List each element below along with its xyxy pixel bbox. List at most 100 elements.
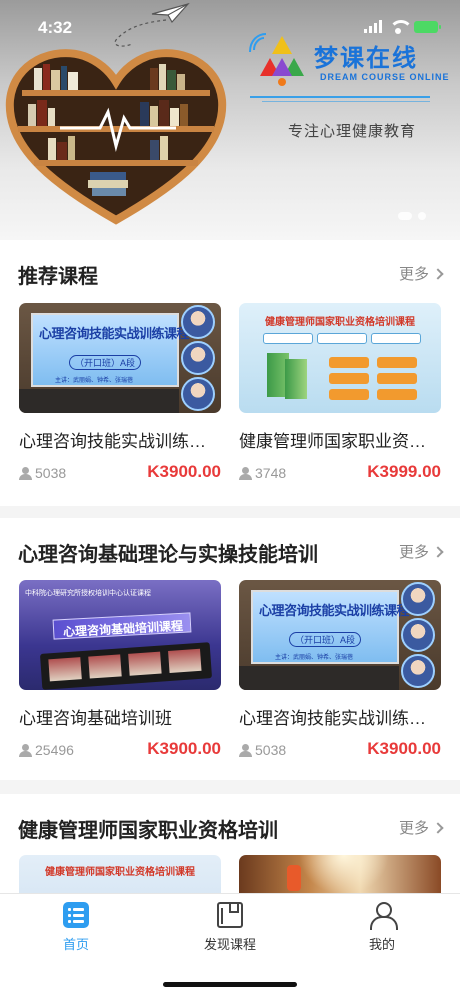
thumbnail-tag xyxy=(317,333,367,344)
course-meta: 3748 K3999.00 xyxy=(239,462,441,484)
course-thumbnail[interactable]: 中科院心理研究所授权培训中心认证课程 心理咨询基础培训课程 xyxy=(19,580,221,690)
tab-discover-courses[interactable]: 发现课程 xyxy=(180,902,280,958)
course-meta: 25496 K3900.00 xyxy=(19,739,221,761)
logo-divider-thin xyxy=(262,101,430,102)
course-card[interactable]: 中科院心理研究所授权培训中心认证课程 心理咨询基础培训课程 心理咨询基础培训班 … xyxy=(19,580,221,761)
tab-home[interactable]: 首页 xyxy=(26,902,126,958)
book-icon xyxy=(217,902,243,928)
lecturer-avatar xyxy=(401,654,435,688)
thumbnail-tag xyxy=(329,389,369,400)
film-strip-illustration xyxy=(39,642,213,690)
thumbnail-floor xyxy=(19,389,179,413)
section-title: 健康管理师国家职业资格培训 xyxy=(18,820,278,842)
carousel-dot[interactable] xyxy=(418,212,426,220)
course-card[interactable]: 心理咨询技能实战训练课程 （开口班）A段 主讲：武丽娟、钟希、张瑞蓓 心理咨询技… xyxy=(239,580,441,761)
thumbnail-caption: 中科院心理研究所授权培训中心认证课程 xyxy=(25,590,151,597)
section-health-manager: 健康管理师国家职业资格培训 更多 健康管理师国家职业资格培训课程 xyxy=(0,794,460,904)
course-thumbnail[interactable]: 心理咨询技能实战训练课程 （开口班）A段 主讲：武丽娟、钟希、张瑞蓓 xyxy=(19,303,221,413)
section-title: 推荐课程 xyxy=(18,266,98,288)
light-glow xyxy=(299,855,389,895)
heart-bookshelf-illustration xyxy=(5,49,227,225)
chevron-right-icon xyxy=(432,545,444,558)
tab-mine[interactable]: 我的 xyxy=(332,902,432,958)
tab-label: 我的 xyxy=(368,937,395,952)
thumbnail-badge: （开口班）A段 xyxy=(69,355,142,370)
section-header: 心理咨询基础理论与实操技能培训 更多 xyxy=(18,538,444,566)
person-icon xyxy=(19,743,32,757)
lecturer-avatar xyxy=(181,341,215,375)
hero-banner[interactable]: 4:32 梦课在线 DREAM COURSE ONLINE 专注心理健康教育 xyxy=(0,0,460,240)
person-icon xyxy=(19,466,32,480)
thumbnail-tag xyxy=(371,333,421,344)
status-time: 4:32 xyxy=(38,18,73,37)
learner-count: 5038 xyxy=(19,465,66,481)
more-link[interactable]: 更多 xyxy=(398,541,444,562)
learner-count: 5038 xyxy=(239,742,286,758)
more-label: 更多 xyxy=(398,820,429,837)
home-indicator[interactable] xyxy=(163,982,297,987)
person-icon xyxy=(239,743,252,757)
thumbnail-badge: （开口班）A段 xyxy=(289,632,362,647)
thumbnail-title: 心理咨询技能实战训练课程 xyxy=(259,603,410,618)
section-title: 心理咨询基础理论与实操技能培训 xyxy=(18,544,318,566)
banner-slogan: 专注心理健康教育 xyxy=(288,123,417,140)
bottom-tab-bar: 首页 发现课程 我的 xyxy=(0,893,460,996)
carousel-indicator[interactable] xyxy=(398,212,426,220)
thumbnail-tag xyxy=(377,389,417,400)
course-title[interactable]: 心理咨询技能实战训练课程 xyxy=(19,427,221,452)
more-link[interactable]: 更多 xyxy=(398,263,444,284)
thumbnail-tag xyxy=(377,357,417,368)
lecturer-avatar xyxy=(401,582,435,616)
course-price: K3999.00 xyxy=(367,462,441,481)
film-frame xyxy=(128,651,162,676)
thumbnail-tag xyxy=(377,373,417,384)
thumbnail-names: 主讲：武丽娟、钟希、张瑞蓓 xyxy=(275,655,354,661)
tab-label: 首页 xyxy=(62,937,89,952)
section-header: 健康管理师国家职业资格培训 更多 xyxy=(18,814,444,842)
course-thumbnail[interactable]: 健康管理师国家职业资格培训课程 xyxy=(239,303,441,413)
thumbnail-title: 心理咨询技能实战训练课程 xyxy=(39,326,190,341)
learner-count-value: 5038 xyxy=(35,465,67,481)
course-title[interactable]: 健康管理师国家职业资格培训课程 xyxy=(239,427,441,452)
course-price: K3900.00 xyxy=(147,739,221,758)
course-meta: 5038 K3900.00 xyxy=(239,739,441,761)
status-icons xyxy=(364,20,441,34)
lecturer-avatar xyxy=(181,305,215,339)
learner-count-value: 3748 xyxy=(255,465,287,481)
logo-divider xyxy=(250,96,430,98)
learner-count: 3748 xyxy=(239,465,286,481)
course-title[interactable]: 心理咨询基础培训班 xyxy=(19,704,221,729)
section-counseling-basics: 心理咨询基础理论与实操技能培训 更多 中科院心理研究所授权培训中心认证课程 心理… xyxy=(0,518,460,780)
course-card[interactable]: 健康管理师国家职业资格培训课程 健康管理师国家职业资格培训课程 3748 K39… xyxy=(239,303,441,484)
user-icon xyxy=(369,902,398,930)
learner-count-value: 25496 xyxy=(35,742,74,758)
status-bar: 4:32 xyxy=(0,0,460,50)
course-card[interactable]: 心理咨询技能实战训练课程 （开口班）A段 主讲：武丽娟、钟希、张瑞蓓 心理咨询技… xyxy=(19,303,221,484)
carousel-dot-active[interactable] xyxy=(398,212,412,220)
thumbnail-tag xyxy=(329,357,369,368)
course-price: K3900.00 xyxy=(147,462,221,481)
thumbnail-title: 健康管理师国家职业资格培训课程 xyxy=(45,867,195,878)
more-label: 更多 xyxy=(398,544,429,561)
thumbnail-board: 心理咨询技能实战训练课程 （开口班）A段 主讲：武丽娟、钟希、张瑞蓓 xyxy=(251,590,410,664)
section-recommended: 推荐课程 更多 心理咨询技能实战训练课程 （开口班）A段 主讲：武丽娟、钟希、张… xyxy=(0,240,460,506)
more-link[interactable]: 更多 xyxy=(398,817,444,838)
logo-subtitle: DREAM COURSE ONLINE xyxy=(320,72,450,82)
book-illustration xyxy=(285,359,307,399)
home-list-icon xyxy=(63,902,89,928)
chevron-right-icon xyxy=(432,821,444,834)
wifi-icon xyxy=(389,20,413,34)
course-thumbnail[interactable]: 心理咨询技能实战训练课程 （开口班）A段 主讲：武丽娟、钟希、张瑞蓓 xyxy=(239,580,441,690)
battery-icon xyxy=(414,20,441,33)
thumbnail-floor xyxy=(239,666,399,690)
thumbnail-names: 主讲：武丽娟、钟希、张瑞蓓 xyxy=(55,378,134,384)
thumbnail-tag xyxy=(263,333,313,344)
lecturer-avatar xyxy=(181,377,215,411)
more-label: 更多 xyxy=(398,266,429,283)
course-price: K3900.00 xyxy=(367,739,441,758)
tab-label: 发现课程 xyxy=(203,937,256,952)
course-title[interactable]: 心理咨询技能实战训练课程 xyxy=(239,704,441,729)
learner-count: 25496 xyxy=(19,742,74,758)
thumbnail-tag xyxy=(329,373,369,384)
film-frame xyxy=(88,654,122,679)
